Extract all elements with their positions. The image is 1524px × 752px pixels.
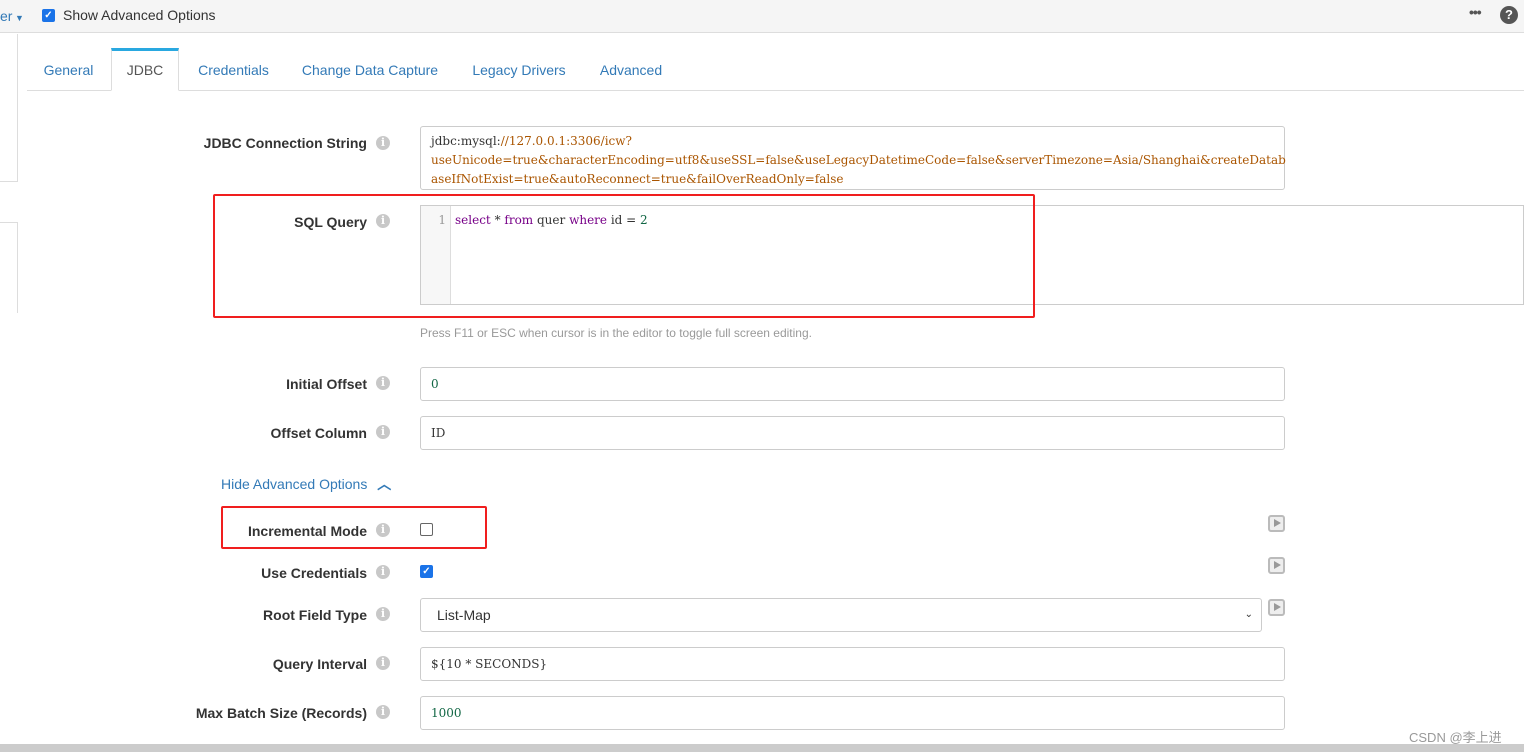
info-icon[interactable]: i	[376, 705, 390, 719]
caret-down-icon: ▼	[12, 13, 24, 23]
dropdown-menu[interactable]: er ▼	[0, 8, 24, 24]
info-icon[interactable]: i	[376, 376, 390, 390]
side-panel	[0, 34, 18, 182]
offset-column-label: Offset Column	[270, 425, 367, 441]
play-icon[interactable]	[1268, 515, 1285, 532]
tab-jdbc[interactable]: JDBC	[111, 48, 179, 91]
offset-column-input[interactable]: ID	[420, 416, 1285, 450]
chevron-down-icon: ⌄	[1244, 609, 1253, 620]
play-icon[interactable]	[1268, 599, 1285, 616]
show-advanced-checkbox[interactable]: ✓	[42, 9, 55, 22]
top-toolbar: er ▼ ✓ Show Advanced Options ••• ?	[0, 0, 1524, 33]
tab-credentials[interactable]: Credentials	[185, 48, 282, 91]
use-credentials-checkbox[interactable]: ✓	[420, 565, 433, 578]
query-interval-label: Query Interval	[272, 656, 367, 672]
question-circle-icon[interactable]: ?	[1500, 6, 1518, 24]
play-icon[interactable]	[1268, 557, 1285, 574]
editor-hint: Press F11 or ESC when cursor is in the e…	[420, 326, 812, 340]
highlight-box-sql	[213, 194, 1035, 318]
initial-offset-input[interactable]: 0	[420, 367, 1285, 401]
tab-general[interactable]: General	[27, 48, 110, 91]
hide-advanced-link[interactable]: Hide Advanced Options ︿	[221, 474, 391, 494]
tab-bar: General JDBC Credentials Change Data Cap…	[27, 48, 1524, 91]
info-icon[interactable]: i	[376, 656, 390, 670]
chevron-up-icon: ︿	[377, 476, 392, 492]
jdbc-connection-label: JDBC Connection String	[203, 135, 367, 151]
query-interval-input[interactable]: ${10 * SECONDS}	[420, 647, 1285, 681]
dropdown-label: er	[0, 8, 13, 24]
info-icon[interactable]: i	[376, 565, 390, 579]
show-advanced-label[interactable]: Show Advanced Options	[63, 7, 216, 23]
initial-offset-label: Initial Offset	[286, 376, 367, 392]
root-field-type-select[interactable]: List-Map ⌄	[420, 598, 1262, 632]
max-batch-size-label: Max Batch Size (Records)	[195, 705, 367, 721]
max-batch-size-input[interactable]: 1000	[420, 696, 1285, 730]
ellipsis-icon[interactable]: •••	[1469, 4, 1482, 20]
side-panel-lower	[0, 222, 18, 313]
root-field-type-label: Root Field Type	[263, 607, 367, 623]
info-icon[interactable]: i	[376, 425, 390, 439]
info-icon[interactable]: i	[376, 136, 390, 150]
tab-advanced[interactable]: Advanced	[587, 48, 675, 91]
use-credentials-label: Use Credentials	[261, 565, 367, 581]
horizontal-scrollbar[interactable]	[0, 744, 1524, 752]
jdbc-connection-input[interactable]: jdbc:mysql://127.0.0.1:3306/icw? useUnic…	[420, 126, 1286, 190]
info-icon[interactable]: i	[376, 607, 390, 621]
highlight-box-incremental	[221, 506, 487, 549]
tab-change-data-capture[interactable]: Change Data Capture	[289, 48, 451, 91]
tab-legacy-drivers[interactable]: Legacy Drivers	[459, 48, 579, 91]
hide-advanced-label: Hide Advanced Options	[221, 476, 368, 492]
